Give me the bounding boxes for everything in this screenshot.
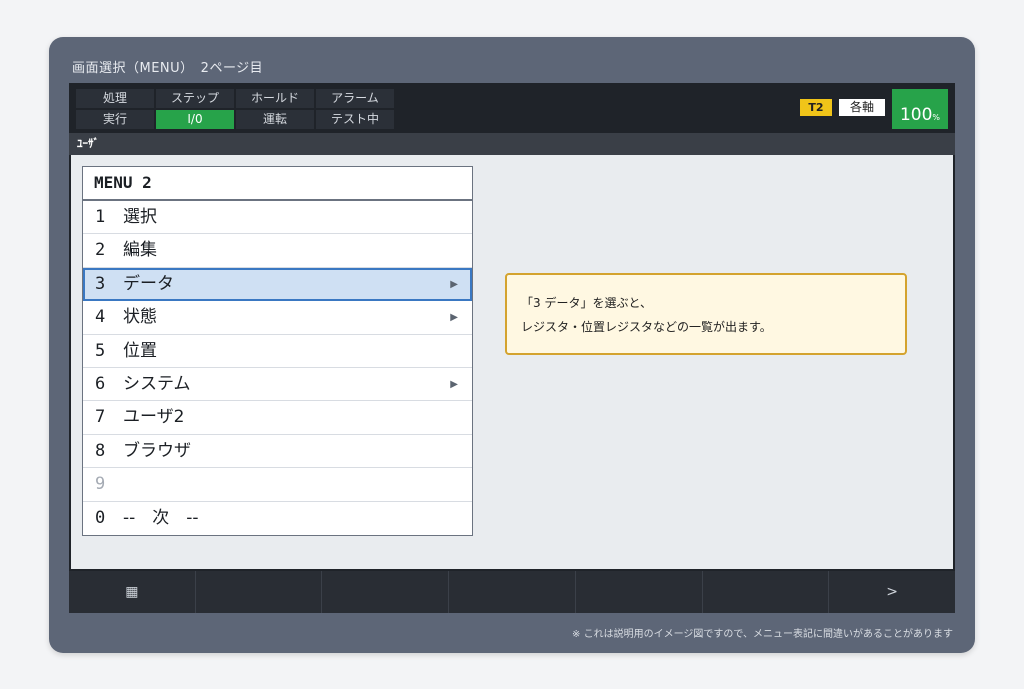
function-key-5[interactable] [575,571,702,613]
grid-icon[interactable]: ▦ [69,571,195,613]
menu-item-number: 5 [95,340,106,361]
menu-item-label: 位置 [123,340,157,361]
status-run: 実行 [76,110,154,129]
speed-override: 100% [892,89,948,129]
user-bar: ﾕｰｻﾞ [69,133,955,155]
submenu-arrow-icon: ▶ [450,312,458,324]
menu-item-label: 状態 [123,307,157,328]
menu-item-select[interactable]: 1 選択 [83,201,472,235]
menu-item-user2[interactable]: 7 ユーザ2 [83,401,472,435]
menu-item-number: 6 [95,373,106,394]
menu-item-label: ユーザ2 [123,407,185,428]
menu-item-number: 2 [95,240,106,261]
screen-title: 画面選択（MENU） 2ページ目 [72,61,264,76]
tool-badge: T2 [800,99,832,116]
menu-item-next[interactable]: 0 -- 次 -- [83,502,472,535]
menu-item-label: 選択 [123,207,157,227]
function-key-6[interactable] [702,571,829,613]
speed-unit: % [932,113,941,122]
next-icon[interactable]: > [829,571,955,613]
menu-item-number: 8 [95,440,106,461]
menu-item-number: 7 [95,407,106,428]
function-key-2[interactable] [195,571,322,613]
menu-item-browser[interactable]: 8 ブラウザ [83,435,472,469]
status-operation: 運転 [236,110,314,129]
function-key-4[interactable] [449,571,575,613]
callout-line-1: 「3 データ」を選ぶと、 [521,296,652,310]
menu-item-label: システム [123,373,191,394]
menu-item-number: 1 [95,207,106,227]
status-grid: 処理 ステップ ホールド アラーム 実行 I/0 運転 テスト中 [76,89,394,129]
function-key-bar: ▦ > [69,571,955,613]
status-alarm: アラーム [316,89,394,108]
function-key-3[interactable] [322,571,449,613]
axis-badge: 各軸 [839,99,885,116]
disclaimer-note: ※ これは説明用のイメージ図ですので、メニュー表記に間違いがあることがあります [572,629,953,640]
explanation-callout: 「3 データ」を選ぶと、 レジスタ・位置レジスタなどの一覧が出ます。 [505,273,907,355]
menu-panel: MENU 2 1 選択 2 編集 3 データ ▶ 4 状態 ▶ 5 位置 6 シ… [82,166,473,536]
menu-item-label: データ [123,273,174,294]
status-step: ステップ [156,89,234,108]
callout-line-2: レジスタ・位置レジスタなどの一覧が出ます。 [521,320,772,334]
menu-header: MENU 2 [83,167,472,201]
menu-item-number: 9 [95,474,106,495]
menu-item-status[interactable]: 4 状態 ▶ [83,301,472,335]
status-io: I/0 [156,110,234,129]
menu-item-number: 0 [95,507,106,528]
menu-item-data[interactable]: 3 データ ▶ [83,267,472,302]
menu-item-position[interactable]: 5 位置 [83,335,472,368]
pendant-screen: 処理 ステップ ホールド アラーム 実行 I/0 運転 テスト中 T2 各軸 1… [69,83,955,613]
status-process: 処理 [76,89,154,108]
menu-item-number: 4 [95,307,106,328]
menu-item-system[interactable]: 6 システム ▶ [83,368,472,402]
status-testing: テスト中 [316,110,394,129]
status-hold: ホールド [236,89,314,108]
pendant-frame: 画面選択（MENU） 2ページ目 処理 ステップ ホールド アラーム 実行 I/… [49,37,975,653]
menu-item-label: ブラウザ [123,440,191,461]
speed-value: 100 [899,105,933,125]
menu-item-label: 編集 [123,240,157,261]
menu-item-edit[interactable]: 2 編集 [83,234,472,268]
menu-item-label: -- 次 -- [123,507,199,528]
menu-item-empty: 9 [83,468,472,502]
submenu-arrow-icon: ▶ [450,378,458,390]
menu-item-number: 3 [95,273,106,294]
submenu-arrow-icon: ▶ [450,278,458,290]
content-area: MENU 2 1 選択 2 編集 3 データ ▶ 4 状態 ▶ 5 位置 6 シ… [71,155,953,569]
